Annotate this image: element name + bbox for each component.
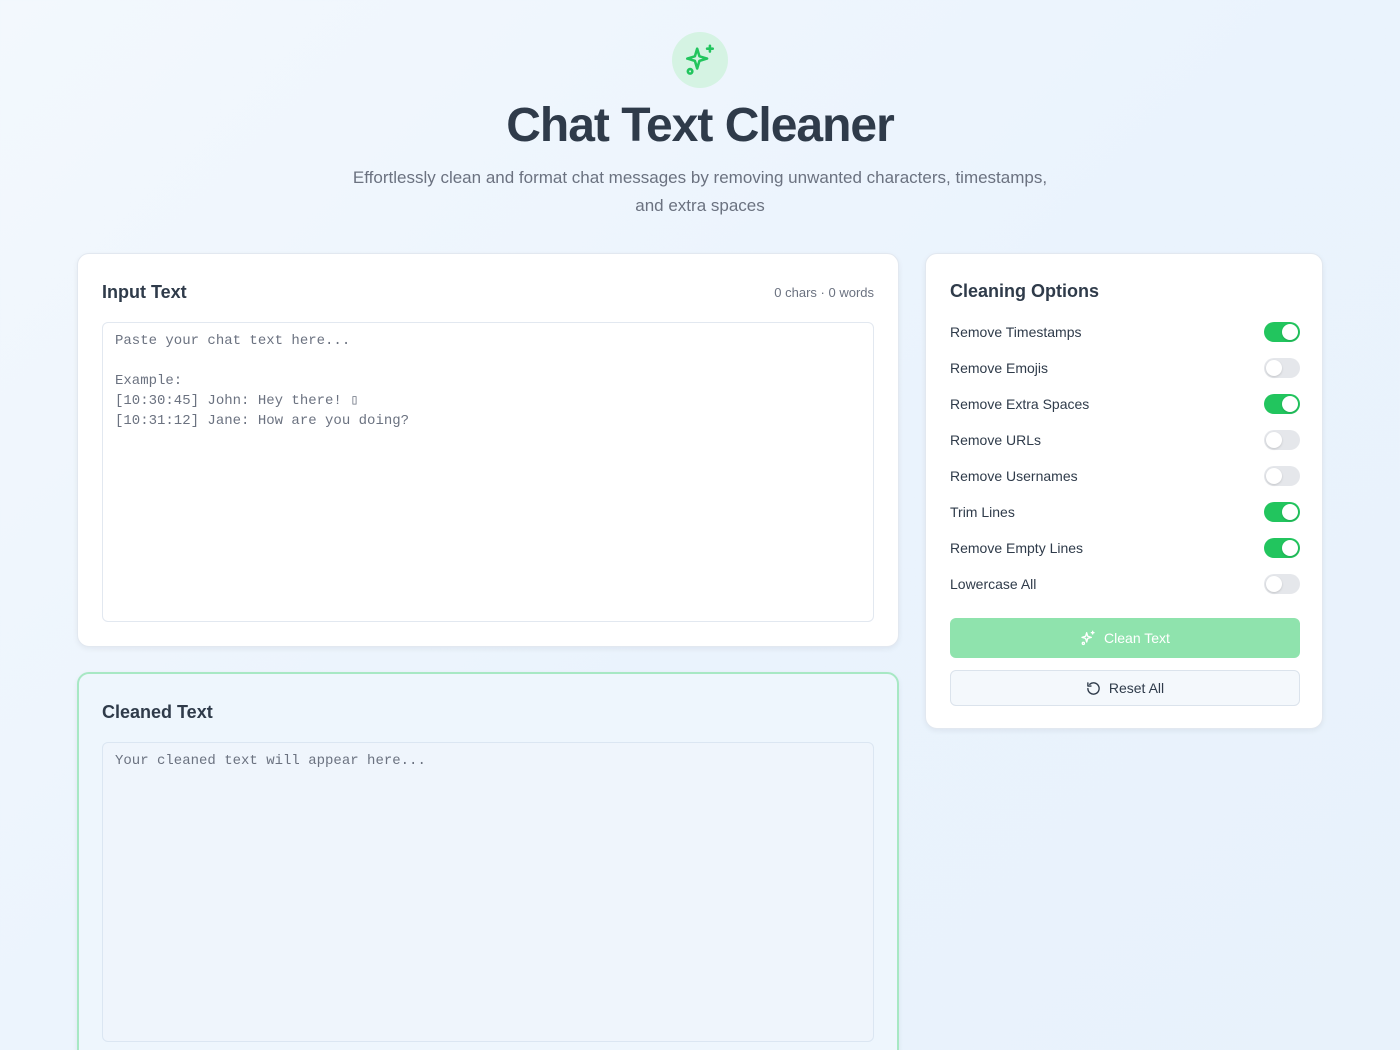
option-remove-timestamps: Remove Timestamps <box>950 320 1300 344</box>
option-label: Remove Timestamps <box>950 324 1082 340</box>
option-remove-emojis: Remove Emojis <box>950 356 1300 380</box>
toggle-knob <box>1282 324 1298 340</box>
option-lowercase-all: Lowercase All <box>950 572 1300 596</box>
remove-urls-toggle[interactable] <box>1264 430 1300 450</box>
lowercase-all-toggle[interactable] <box>1264 574 1300 594</box>
reset-all-label: Reset All <box>1108 680 1165 696</box>
input-textarea[interactable]: Paste your chat text here... Example: [1… <box>102 322 874 622</box>
option-remove-usernames: Remove Usernames <box>950 464 1300 488</box>
output-card-title: Cleaned Text <box>102 702 213 722</box>
toggle-knob <box>1266 468 1282 484</box>
toggle-knob <box>1282 504 1298 520</box>
clean-text-label: Clean Text <box>1104 630 1170 646</box>
clean-text-button[interactable]: Clean Text <box>950 618 1300 658</box>
remove-empty-lines-toggle[interactable] <box>1264 538 1300 558</box>
toggle-knob <box>1282 540 1298 556</box>
options-card: Cleaning Options Remove Timestamps Remov… <box>925 253 1323 729</box>
reset-all-button[interactable]: Reset All <box>950 670 1300 706</box>
rotate-ccw-icon <box>1087 681 1100 695</box>
option-label: Remove Empty Lines <box>950 540 1084 556</box>
option-trim-lines: Trim Lines <box>950 500 1300 524</box>
toggle-knob <box>1282 396 1298 412</box>
toggle-knob <box>1266 360 1282 376</box>
option-label: Trim Lines <box>950 504 1015 520</box>
remove-usernames-toggle[interactable] <box>1264 466 1300 486</box>
sparkles-icon <box>685 44 715 75</box>
options-card-title: Cleaning Options <box>950 281 1100 301</box>
toggle-knob <box>1266 432 1282 448</box>
option-label: Remove URLs <box>950 432 1042 448</box>
trim-lines-toggle[interactable] <box>1264 502 1300 522</box>
remove-extra-spaces-toggle[interactable] <box>1264 394 1300 414</box>
output-card: Cleaned Text Your cleaned text will appe… <box>77 672 899 1050</box>
sparkles-icon <box>1081 630 1095 646</box>
input-card-title: Input Text <box>102 282 187 302</box>
option-remove-extra-spaces: Remove Extra Spaces <box>950 392 1300 416</box>
char-word-counter: 0 chars · 0 words <box>774 285 874 300</box>
option-label: Lowercase All <box>950 576 1037 592</box>
output-textarea[interactable]: Your cleaned text will appear here... <box>102 742 874 1042</box>
remove-timestamps-toggle[interactable] <box>1264 322 1300 342</box>
option-label: Remove Usernames <box>950 468 1078 484</box>
option-label: Remove Emojis <box>950 360 1049 376</box>
logo-badge <box>672 32 728 88</box>
toggle-knob <box>1266 576 1282 592</box>
page-title: Chat Text Cleaner <box>506 99 895 152</box>
option-label: Remove Extra Spaces <box>950 396 1090 412</box>
option-remove-empty-lines: Remove Empty Lines <box>950 536 1300 560</box>
input-card: Input Text 0 chars · 0 words Paste your … <box>77 253 899 647</box>
remove-emojis-toggle[interactable] <box>1264 358 1300 378</box>
option-remove-urls: Remove URLs <box>950 428 1300 452</box>
page-subtitle: Effortlessly clean and format chat messa… <box>352 168 1048 215</box>
